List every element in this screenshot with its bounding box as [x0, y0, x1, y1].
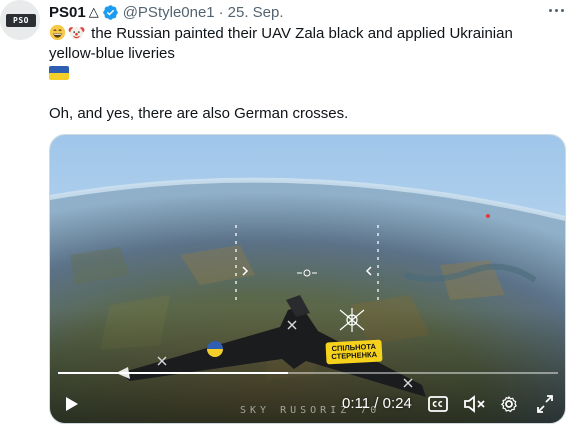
current-time: 0:11	[342, 395, 371, 412]
fullscreen-icon[interactable]	[534, 391, 556, 417]
tweet-text-line-1: the Russian painted their UAV Zala black…	[49, 24, 549, 44]
avatar-logo: PSO	[6, 14, 36, 27]
tweet-text-line-2: yellow-blue liveries	[49, 45, 175, 62]
video-progress-fill	[58, 372, 288, 374]
video-frame	[50, 135, 565, 423]
time-separator: /	[370, 395, 383, 412]
clown-face-emoji-icon	[68, 26, 85, 40]
mute-icon[interactable]	[462, 391, 486, 417]
avatar[interactable]: PSO	[0, 0, 40, 40]
channel-logo-overlay: СПІЛЬНОТА СТЕРНЕНКА	[325, 339, 383, 365]
grinning-face-emoji-icon	[49, 24, 66, 41]
play-icon[interactable]	[62, 391, 82, 417]
display-name[interactable]: PS01	[49, 4, 86, 21]
duration: 0:24	[382, 395, 412, 412]
separator-dot: ·	[218, 3, 224, 21]
tweet-text-line-5: Oh, and yes, there are also German cross…	[49, 105, 349, 122]
tweet-date[interactable]: 25. Sep.	[228, 4, 284, 21]
tweet-header: PS01 △ @PStyle0ne1 · 25. Sep.	[49, 2, 284, 22]
tweet-text-part-1: the Russian painted their UAV Zala black…	[91, 25, 513, 42]
captions-icon[interactable]	[427, 391, 449, 417]
user-handle[interactable]: @PStyle0ne1	[123, 4, 215, 21]
video-progress-bar[interactable]	[58, 372, 558, 374]
video-time: 0:11 / 0:24	[342, 395, 412, 421]
verified-badge-icon	[102, 4, 118, 20]
ukraine-flag-emoji-icon	[49, 66, 69, 80]
video-player[interactable]: СПІЛЬНОТА СТЕРНЕНКА SKY RUSORIZ 70 0:11 …	[49, 134, 566, 424]
tweet-text-line-3	[49, 64, 549, 84]
settings-icon[interactable]	[498, 391, 520, 417]
name-suffix: △	[88, 4, 99, 19]
more-icon[interactable]	[547, 3, 567, 19]
